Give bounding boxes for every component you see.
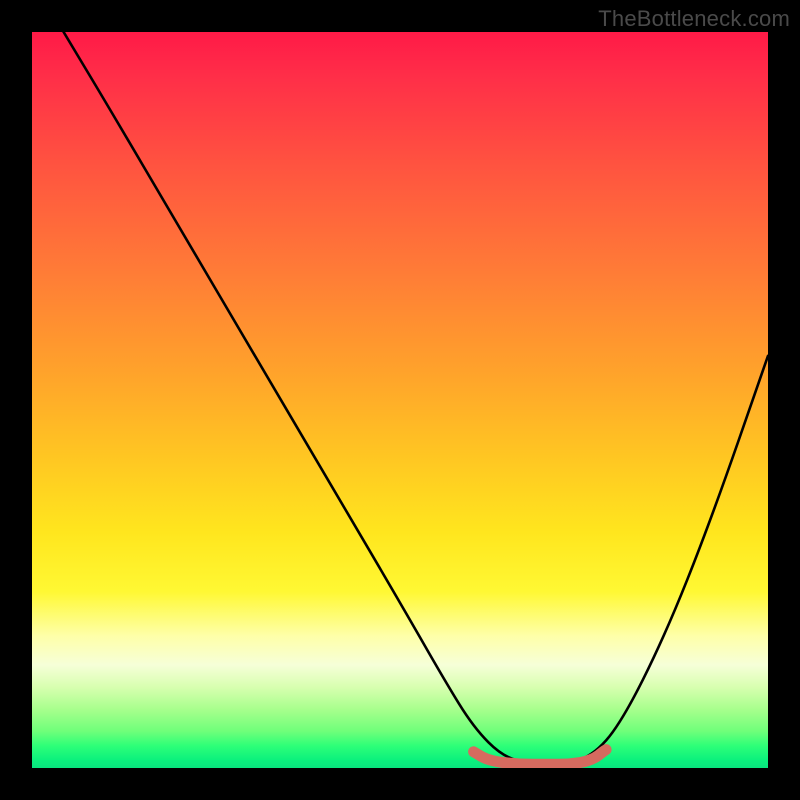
chart-frame: TheBottleneck.com — [0, 0, 800, 800]
chart-svg — [32, 32, 768, 768]
watermark-text: TheBottleneck.com — [598, 6, 790, 32]
floor-dash-path — [474, 750, 606, 765]
curve-path — [64, 32, 768, 764]
plot-area — [32, 32, 768, 768]
